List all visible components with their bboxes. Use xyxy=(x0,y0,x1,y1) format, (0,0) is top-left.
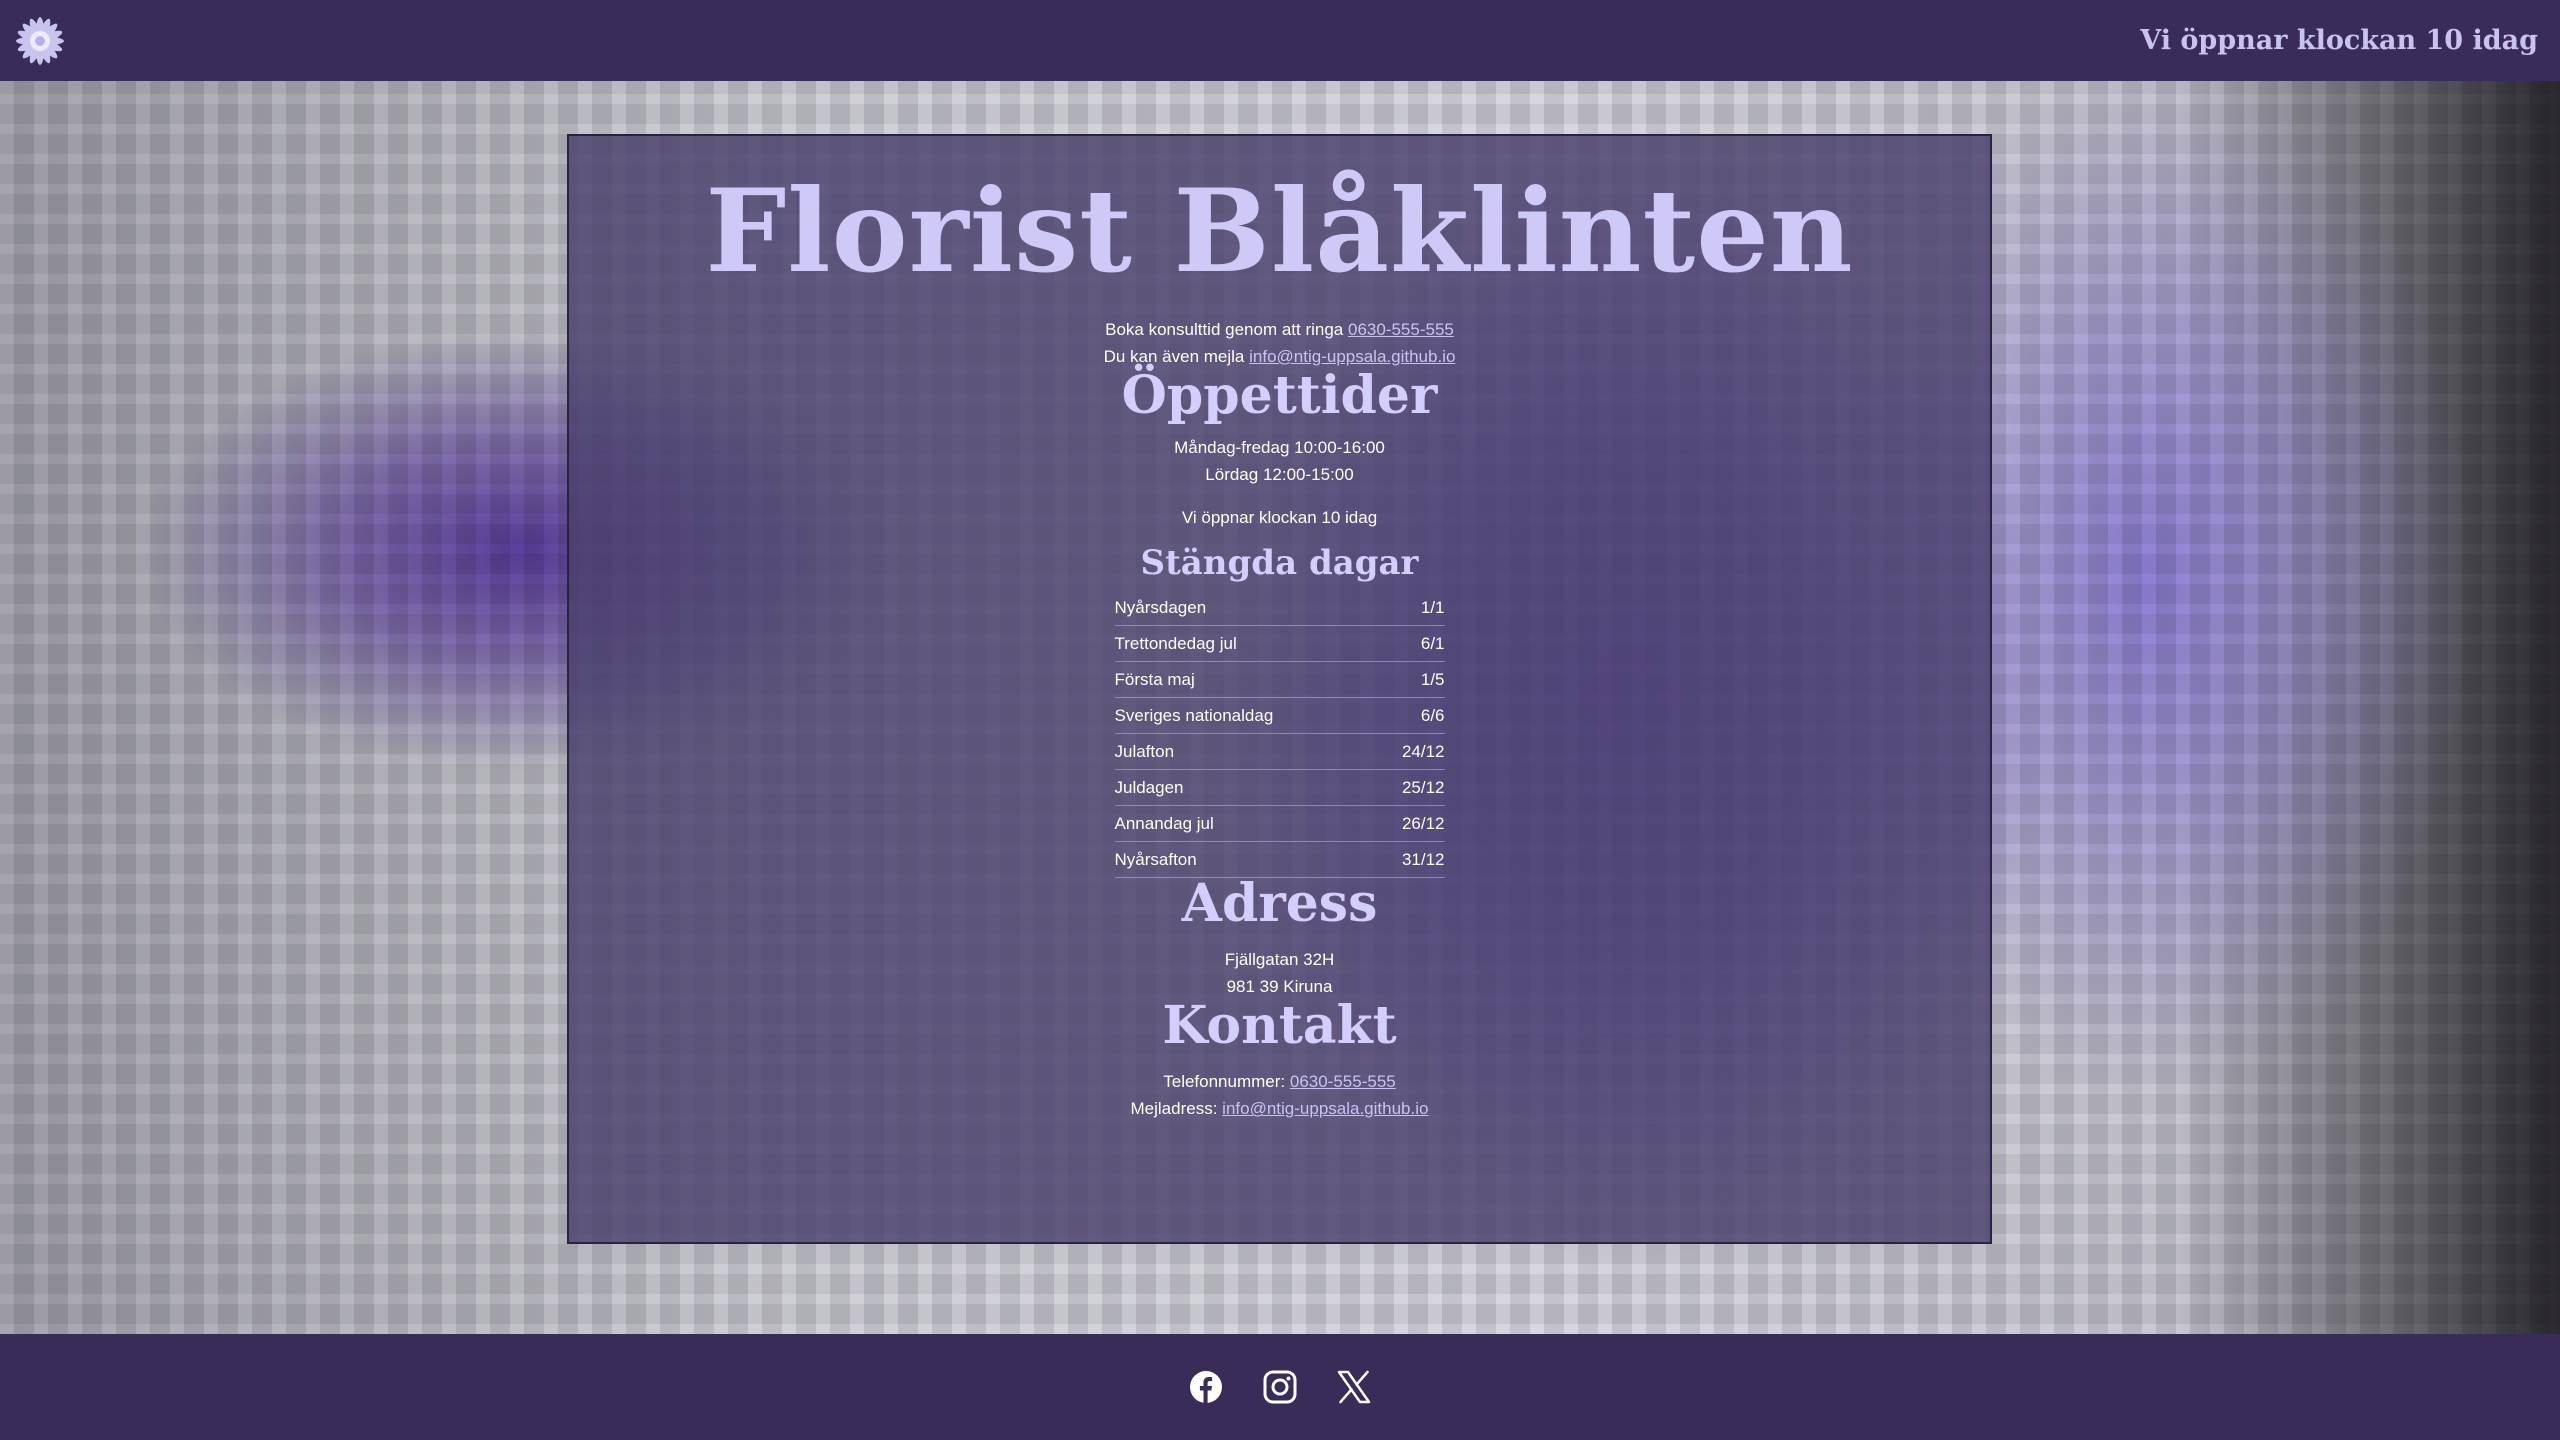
facebook-icon xyxy=(1190,1371,1222,1403)
table-row: Nyårsdagen 1/1 xyxy=(1114,590,1445,627)
booking-email-prefix: Du kan även mejla xyxy=(1103,347,1245,366)
closed-day-date: 26/12 xyxy=(1374,805,1445,843)
hours-saturday: Lördag 12:00-15:00 xyxy=(1205,465,1354,484)
booking-email-link[interactable]: info@ntig-uppsala.github.io xyxy=(1249,347,1455,366)
closed-day-date: 31/12 xyxy=(1374,841,1445,879)
instagram-link[interactable] xyxy=(1262,1369,1298,1405)
booking-info: Boka konsulttid genom att ringa 0630-555… xyxy=(1104,316,1456,370)
x-icon xyxy=(1337,1370,1371,1404)
table-row: Annandag jul 26/12 xyxy=(1114,805,1445,843)
table-row: Sveriges nationaldag 6/6 xyxy=(1114,697,1445,735)
hours-weekday: Måndag-fredag 10:00-16:00 xyxy=(1174,438,1385,457)
contact-email-link[interactable]: info@ntig-uppsala.github.io xyxy=(1222,1099,1428,1118)
contact-email-line: Mejladress: info@ntig-uppsala.github.io xyxy=(1131,1095,1429,1122)
facebook-link[interactable] xyxy=(1188,1369,1224,1405)
table-row: Trettondedag jul 6/1 xyxy=(1114,625,1445,663)
booking-phone-link[interactable]: 0630-555-555 xyxy=(1348,320,1454,339)
opening-status: Vi öppnar klockan 10 idag xyxy=(2140,25,2538,56)
hours-heading: Öppettider xyxy=(1121,365,1438,426)
closed-day-name: Nyårsdagen xyxy=(1114,590,1375,627)
closed-day-date: 25/12 xyxy=(1374,769,1445,807)
booking-prefix: Boka konsulttid genom att ringa xyxy=(1105,320,1344,339)
closed-day-date: 6/1 xyxy=(1374,625,1445,663)
closed-day-date: 1/1 xyxy=(1374,590,1445,627)
booking-phone-line: Boka konsulttid genom att ringa 0630-555… xyxy=(1104,316,1456,343)
contact-phone-line: Telefonnummer: 0630-555-555 xyxy=(1131,1068,1429,1095)
contact-phone-label: Telefonnummer: xyxy=(1163,1072,1286,1092)
closed-day-name: Juldagen xyxy=(1114,769,1375,807)
table-row: Juldagen 25/12 xyxy=(1114,769,1445,807)
contact-phone-link[interactable]: 0630-555-555 xyxy=(1290,1072,1396,1091)
instagram-icon xyxy=(1263,1370,1297,1404)
address-block: Fjällgatan 32H 981 39 Kiruna xyxy=(1225,946,1335,1000)
x-link[interactable] xyxy=(1336,1369,1372,1405)
contact-email-label: Mejladress: xyxy=(1130,1099,1218,1119)
today-note: Vi öppnar klockan 10 idag xyxy=(1181,508,1378,527)
address-heading: Adress xyxy=(1181,873,1378,935)
closed-day-name: Första maj xyxy=(1114,661,1375,699)
closed-day-name: Trettondedag jul xyxy=(1114,625,1375,663)
closed-day-name: Annandag jul xyxy=(1114,805,1375,843)
footer xyxy=(0,1334,2560,1440)
closed-days-table: Nyårsdagen 1/1 Trettondedag jul 6/1 Första… xyxy=(1114,590,1445,879)
address-street: Fjällgatan 32H xyxy=(1224,950,1335,970)
closed-day-date: 6/6 xyxy=(1374,697,1445,735)
flower-logo-icon[interactable] xyxy=(12,13,68,69)
closed-day-date: 24/12 xyxy=(1374,733,1445,771)
closed-day-name: Sveriges nationaldag xyxy=(1114,697,1375,735)
contact-heading: Kontakt xyxy=(1162,995,1397,1057)
closed-days-heading: Stängda dagar xyxy=(1140,543,1419,583)
closed-day-date: 1/5 xyxy=(1374,661,1445,699)
content-panel: Florist Blåklinten Boka konsulttid genom… xyxy=(567,134,1992,1244)
table-row: Första maj 1/5 xyxy=(1114,661,1445,699)
contact-block: Telefonnummer: 0630-555-555 Mejladress: … xyxy=(1131,1068,1429,1122)
top-bar: Vi öppnar klockan 10 idag xyxy=(0,0,2560,81)
closed-day-name: Julafton xyxy=(1114,733,1375,771)
page-title: Florist Blåklinten xyxy=(705,164,1854,298)
table-row: Julafton 24/12 xyxy=(1114,733,1445,771)
hours-list: Måndag-fredag 10:00-16:00 Lördag 12:00-1… xyxy=(1174,434,1385,488)
